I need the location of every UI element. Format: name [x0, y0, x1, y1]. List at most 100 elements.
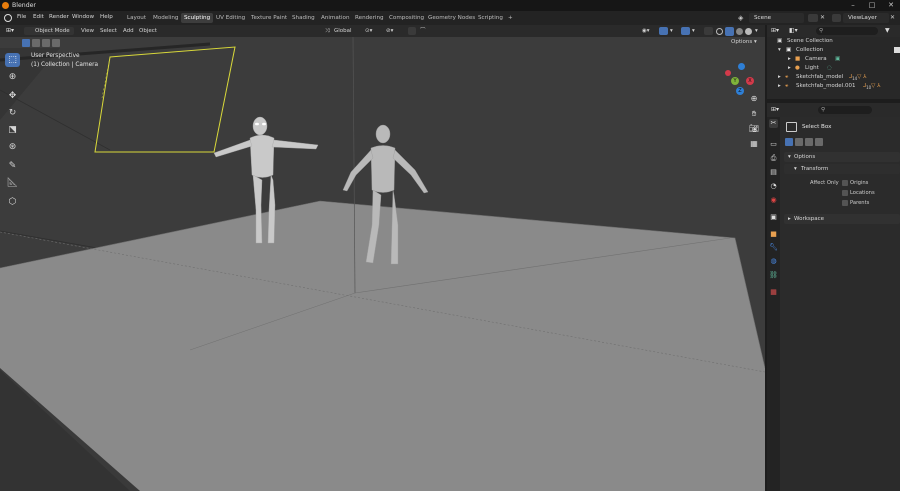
minimize-button[interactable]: –	[846, 0, 860, 11]
menu-select[interactable]: Select	[100, 26, 117, 36]
gizmo-y-axis-label[interactable]: Y	[731, 77, 739, 85]
physics-tab-icon[interactable]: ◍	[769, 257, 778, 266]
outliner-row-collection[interactable]: ▾ ▣ Collection	[767, 46, 900, 55]
maximize-button[interactable]: □	[865, 0, 879, 11]
toolbar-mode-icons[interactable]	[22, 39, 68, 47]
locations-checkbox[interactable]	[842, 190, 848, 196]
scene-remove-icon[interactable]: ✕	[820, 14, 825, 21]
outliner-editor-type-icon[interactable]: ⊞▾	[771, 27, 779, 34]
move-tool-icon[interactable]: ✥	[5, 89, 20, 103]
annotate-tool-icon[interactable]: ✎	[5, 159, 20, 173]
editor-type-icon[interactable]: ⊞▾	[4, 27, 18, 35]
material-shading-icon[interactable]	[736, 28, 743, 35]
xray-toggle-icon[interactable]	[704, 27, 713, 35]
object-tab-icon[interactable]: ■	[769, 230, 778, 239]
outliner-scene-collection[interactable]: ▣ Scene Collection	[767, 37, 900, 46]
expand-arrow-icon[interactable]: ▸	[778, 82, 781, 91]
tab-geometry-nodes[interactable]: Geometry Nodes	[425, 13, 478, 23]
viewlayer-selector[interactable]: ViewLayer	[843, 13, 889, 23]
3d-viewport[interactable]: User Perspective (1) Collection | Camera…	[0, 37, 765, 491]
texture-tab-icon[interactable]: ▦	[769, 288, 778, 297]
tab-uv-editing[interactable]: UV Editing	[213, 13, 248, 23]
scene-selector[interactable]: Scene	[749, 13, 804, 23]
outliner-display-mode-icon[interactable]: ◧▾	[789, 27, 798, 34]
outliner-search-input[interactable]: ⚲	[816, 27, 878, 35]
tab-rendering[interactable]: Rendering	[352, 13, 387, 23]
pivot-point-icon[interactable]: ⊙▾	[365, 26, 372, 36]
overlay-toggle-icon[interactable]	[681, 27, 690, 35]
collection-checkbox[interactable]	[894, 47, 900, 53]
transform-subpanel-header[interactable]: ▾ Transform	[784, 164, 900, 174]
tab-compositing[interactable]: Compositing	[386, 13, 427, 23]
menu-file[interactable]: File	[17, 14, 26, 20]
ortho-grid-icon[interactable]: ▦	[748, 138, 760, 150]
outliner-row-camera[interactable]: ▸ ■ Camera ▣	[767, 55, 900, 64]
tab-texture-paint[interactable]: Texture Paint	[248, 13, 290, 23]
pan-hand-icon[interactable]: ✋︎	[748, 108, 760, 120]
options-dropdown[interactable]: Options ▾	[731, 39, 757, 45]
overlay-dropdown-icon[interactable]: ▾	[692, 26, 695, 36]
outliner-filter-icon[interactable]: ▼	[885, 27, 890, 34]
tab-animation[interactable]: Animation	[318, 13, 353, 23]
gizmo-z-axis-label[interactable]: Z	[736, 87, 744, 95]
navigation-gizmo[interactable]: X Y Z	[722, 61, 758, 97]
outliner-row-sketchfab-model[interactable]: ▸ ⚹ Sketchfab_model ⅃14▽ ⅄	[767, 73, 900, 82]
workspace-panel-header[interactable]: ▸ Workspace	[784, 214, 900, 224]
menu-render[interactable]: Render	[49, 14, 69, 20]
rotate-tool-icon[interactable]: ↻	[5, 106, 20, 120]
options-panel-header[interactable]: ▾ Options	[784, 152, 900, 162]
world-tab-icon[interactable]: ◉	[769, 196, 778, 205]
add-cube-tool-icon[interactable]: ⬡	[5, 195, 20, 209]
view-layer-tab-icon[interactable]: ▤	[769, 168, 778, 177]
solid-shading-icon[interactable]	[725, 27, 734, 36]
add-workspace-button[interactable]: +	[505, 13, 516, 23]
menu-edit[interactable]: Edit	[33, 14, 44, 20]
visibility-icon[interactable]: ◉▾	[642, 26, 650, 36]
gizmo-dropdown-icon[interactable]: ▾	[670, 26, 673, 36]
blender-menu-icon[interactable]	[4, 14, 12, 22]
tab-modeling[interactable]: Modeling	[150, 13, 181, 23]
selection-mode-icons[interactable]	[785, 138, 829, 146]
collection-tab-icon[interactable]: ▣	[769, 213, 778, 222]
close-button[interactable]: ✕	[884, 0, 898, 11]
expand-arrow-icon[interactable]: ▸	[778, 73, 781, 82]
expand-arrow-icon[interactable]: ▸	[788, 64, 791, 73]
scene-tab-icon[interactable]: ◔	[769, 182, 778, 191]
menu-add[interactable]: Add	[123, 26, 134, 36]
modifiers-tab-icon[interactable]: 🔧︎	[769, 243, 778, 252]
gizmo-x-axis-label[interactable]: X	[746, 77, 754, 85]
gizmo-toggle-icon[interactable]	[659, 27, 668, 35]
origins-checkbox[interactable]	[842, 180, 848, 186]
properties-search-input[interactable]: ⚲	[818, 106, 872, 114]
menu-object[interactable]: Object	[139, 26, 157, 36]
scene-copy-icon[interactable]	[808, 14, 818, 22]
transform-orientation-dropdown[interactable]: Global	[334, 26, 352, 36]
shading-dropdown-icon[interactable]: ▾	[755, 26, 758, 36]
rendered-shading-icon[interactable]	[745, 28, 752, 35]
zoom-icon[interactable]: ⊕	[748, 93, 760, 105]
transform-tool-icon[interactable]: ⊛	[5, 140, 20, 154]
output-tab-icon[interactable]: ⎙	[769, 154, 778, 163]
parents-checkbox[interactable]	[842, 200, 848, 206]
select-box-tool-icon[interactable]: ⬚	[5, 53, 20, 67]
outliner-row-light[interactable]: ▸ ● Light ◌	[767, 64, 900, 73]
proportional-edit-icon[interactable]	[408, 27, 416, 35]
outliner-row-sketchfab-model-001[interactable]: ▸ ⚹ Sketchfab_model.001 ⅃10▽ ⅄	[767, 82, 900, 91]
tab-layout[interactable]: Layout	[124, 13, 149, 23]
tab-shading[interactable]: Shading	[289, 13, 318, 23]
tool-tab-icon[interactable]: ✂︎	[769, 119, 778, 128]
proportional-falloff-icon[interactable]: ⌒	[420, 26, 426, 36]
menu-window[interactable]: Window	[72, 14, 94, 20]
menu-help[interactable]: Help	[100, 14, 113, 20]
scale-tool-icon[interactable]: ⬔	[5, 123, 20, 137]
tab-scripting[interactable]: Scripting	[475, 13, 506, 23]
properties-editor-type-icon[interactable]: ⊞▾	[771, 106, 779, 113]
snap-icon[interactable]: ⊘▾	[386, 26, 393, 36]
tab-sculpting[interactable]: Sculpting	[181, 13, 214, 23]
cursor-tool-icon[interactable]: ⊕	[5, 70, 20, 84]
measure-tool-icon[interactable]: 📐︎	[5, 176, 20, 190]
expand-arrow-icon[interactable]: ▾	[778, 46, 781, 55]
expand-arrow-icon[interactable]: ▸	[788, 55, 791, 64]
constraints-tab-icon[interactable]: ⛓︎	[769, 271, 778, 280]
wireframe-shading-icon[interactable]	[716, 28, 723, 35]
